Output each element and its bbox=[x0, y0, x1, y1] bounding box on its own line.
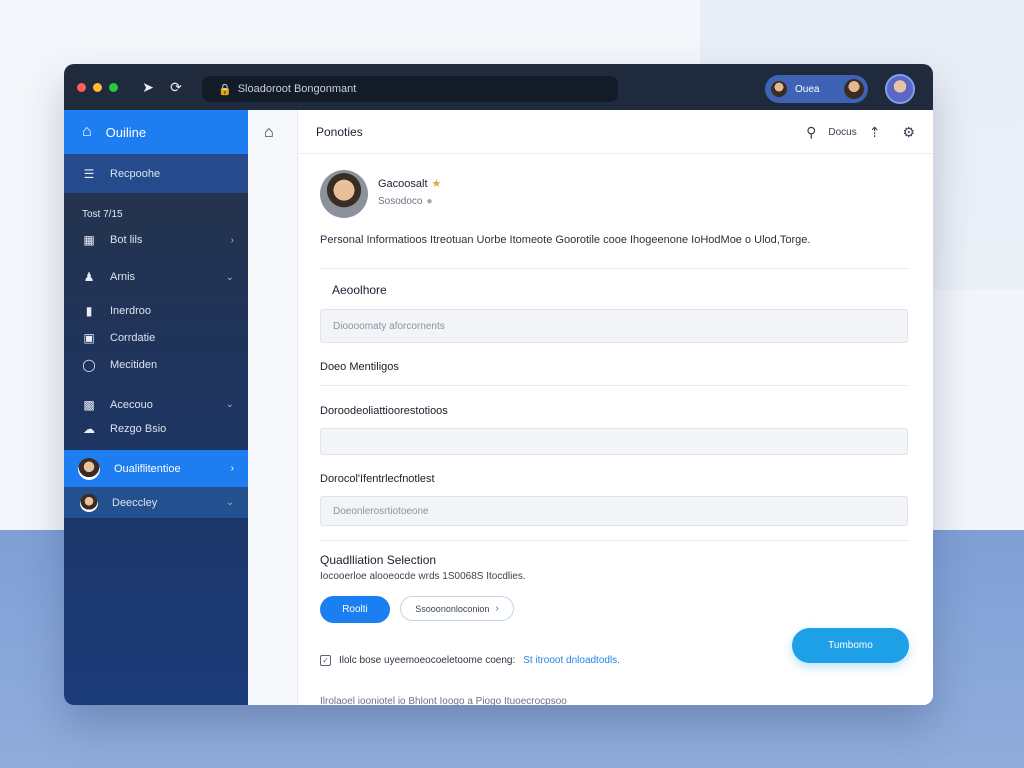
back-arrow-icon[interactable]: ➤ bbox=[140, 79, 156, 96]
home-icon: ⌂ bbox=[82, 123, 92, 140]
sidebar-item-label: Bot lils bbox=[110, 234, 143, 246]
table-icon: ▦ bbox=[83, 233, 95, 247]
profile-name: Gacoosalt ★ bbox=[378, 177, 441, 190]
profile-avatar-button[interactable] bbox=[880, 73, 920, 104]
sidebar-item-recpoohe[interactable]: ☰ Recpoohe bbox=[64, 154, 248, 193]
home-icon[interactable]: ⌂ bbox=[264, 124, 274, 142]
chevron-right-icon: › bbox=[495, 603, 499, 614]
maximize-window-button[interactable] bbox=[109, 82, 118, 92]
sidebar-item-label: Corrdatie bbox=[110, 331, 156, 344]
primary-button[interactable]: Roolti bbox=[320, 596, 390, 623]
chevron-down-icon: ⌄ bbox=[225, 497, 234, 508]
url-text: Sloadoroot Bongonmant bbox=[237, 83, 357, 95]
section-title: Quadlliation Selection bbox=[320, 553, 437, 567]
icon-rail: ⌂ bbox=[248, 110, 298, 705]
consent-text: Ilolc bose uyeemoeocoeletoome coeng: bbox=[339, 655, 516, 666]
minimize-window-button[interactable] bbox=[93, 82, 102, 92]
chevron-right-icon: › bbox=[230, 234, 234, 246]
sidebar-item-label: Rezgo Bsio bbox=[110, 423, 167, 435]
sidebar-item-label: Mecitiden bbox=[110, 358, 158, 371]
page-title: Ponoties bbox=[316, 124, 363, 139]
header-actions: ⚲ Docus ⇡ ⚙ bbox=[806, 110, 915, 154]
app-window: ➤ ⟳ 🔒 Sloadoroot Bongonmant Ouea ⌂ Ouili… bbox=[64, 64, 933, 705]
account-switcher[interactable]: Ouea bbox=[765, 75, 868, 103]
sidebar-item-label: Arnis bbox=[110, 271, 136, 283]
users-icon: ♟ bbox=[83, 270, 95, 284]
text-field[interactable] bbox=[320, 428, 908, 455]
avatar bbox=[80, 493, 98, 512]
secondary-button-label: Ssooononloconion bbox=[415, 603, 490, 614]
sidebar-header[interactable]: ⌂ Ouiline bbox=[64, 110, 248, 154]
circle-icon: ◯ bbox=[82, 357, 96, 372]
sidebar-item-deeccley[interactable]: Deeccley ⌄ bbox=[64, 487, 248, 518]
close-window-button[interactable] bbox=[77, 82, 86, 92]
divider bbox=[320, 540, 908, 541]
sidebar-item-label: Oualiflitentioe bbox=[114, 462, 181, 475]
bar-icon: ▮ bbox=[85, 303, 93, 318]
sidebar-item-arnis[interactable]: ♟ Arnis ⌄ bbox=[64, 257, 248, 297]
profile-name-text: Gacoosalt bbox=[378, 178, 428, 190]
calendar-icon: ▣ bbox=[83, 330, 95, 345]
submit-button[interactable]: Tumbomo bbox=[792, 628, 909, 663]
sidebar-item-rezgo-bsio[interactable]: ☁ Rezgo Bsio bbox=[64, 417, 248, 441]
profile-subtitle: Sosodoco ● bbox=[378, 196, 433, 207]
sidebar-section-heading: Tost 7/15 bbox=[82, 208, 123, 220]
divider bbox=[320, 268, 908, 269]
secondary-button[interactable]: Ssooononloconion › bbox=[400, 596, 514, 621]
consent-row: ✓ Ilolc bose uyeemoeocoeletoome coeng: S… bbox=[320, 655, 620, 666]
sidebar-item-bot-lils[interactable]: ▦ Bot lils › bbox=[64, 223, 248, 257]
address-bar[interactable]: 🔒 Sloadoroot Bongonmant bbox=[202, 76, 618, 102]
reload-icon[interactable]: ⟳ bbox=[168, 79, 184, 96]
settings-icon[interactable]: ⚙ bbox=[902, 124, 915, 141]
account-name: Ouea bbox=[795, 83, 820, 95]
profile-description: Personal Informatioos Itreotuan Uorbe It… bbox=[320, 234, 811, 246]
profile-photo bbox=[320, 170, 368, 218]
avatar bbox=[78, 457, 100, 480]
sidebar-item-qualification[interactable]: Oualiflitentioe › bbox=[64, 450, 248, 487]
content-header: Ponoties ⚲ Docus ⇡ ⚙ bbox=[298, 110, 933, 154]
briefcase-icon: ▩ bbox=[83, 397, 95, 412]
window-controls bbox=[77, 82, 118, 92]
avatar bbox=[885, 73, 915, 104]
sidebar: ⌂ Ouiline ☰ Recpoohe Tost 7/15 ▦ Bot lil… bbox=[64, 110, 248, 705]
account-avatar bbox=[771, 81, 787, 97]
search-label[interactable]: Docus bbox=[828, 127, 856, 138]
sidebar-item-acecouo[interactable]: ▩ Acecouo ⌄ bbox=[64, 392, 248, 417]
profile-subtitle-text: Sosodoco bbox=[378, 196, 423, 207]
sidebar-item-label: Acecouo bbox=[110, 398, 153, 411]
account-avatar-secondary bbox=[844, 79, 864, 99]
section-title: Doeo Mentiligos bbox=[320, 361, 399, 373]
accessory-field[interactable]: Dioooomaty aforcornents bbox=[320, 309, 908, 343]
sidebar-item-label: Recpoohe bbox=[110, 167, 161, 180]
menu-icon: ☰ bbox=[83, 166, 95, 181]
badge-icon: ★ bbox=[431, 178, 442, 190]
cloud-icon: ☁ bbox=[83, 422, 95, 436]
main-content: Ponoties ⚲ Docus ⇡ ⚙ Gacoosalt ★ Sosodoco… bbox=[298, 110, 933, 705]
chevron-right-icon: › bbox=[230, 463, 234, 474]
title-bar: ➤ ⟳ 🔒 Sloadoroot Bongonmant Ouea bbox=[64, 64, 933, 110]
footer-text: Ilrolaoel iooniotel io Bhlont Ioogo a Pi… bbox=[320, 696, 567, 705]
chevron-down-icon: ⌄ bbox=[225, 399, 234, 410]
chevron-down-icon: ⌄ bbox=[225, 271, 234, 283]
lock-icon: 🔒 bbox=[218, 83, 232, 96]
sidebar-item-label: Deeccley bbox=[112, 496, 158, 509]
info-icon: ● bbox=[426, 196, 433, 207]
section-title: Dorocol'Ifentrlecfnotlest bbox=[320, 473, 435, 485]
sidebar-item-inerdroo[interactable]: ▮ Inerdroo bbox=[64, 297, 248, 324]
sidebar-item-mecitiden[interactable]: ◯ Mecitiden bbox=[64, 351, 248, 378]
section-title: Aeoolhore bbox=[332, 283, 387, 297]
section-subtitle: Iocooerloe alooeocde wrds 1S0068S Itocdl… bbox=[320, 571, 526, 582]
sidebar-item-label: Inerdroo bbox=[110, 304, 151, 317]
search-icon[interactable]: ⚲ bbox=[806, 124, 816, 141]
text-field[interactable]: Doeonlerosrtiotoeone bbox=[320, 496, 908, 526]
divider bbox=[320, 385, 908, 386]
consent-link[interactable]: St itrooot dnloadtodls. bbox=[523, 655, 620, 666]
sidebar-item-corrdatie[interactable]: ▣ Corrdatie bbox=[64, 324, 248, 351]
section-title: Doroodeoliattioorestotioos bbox=[320, 405, 448, 417]
app-name: Ouiline bbox=[105, 124, 147, 140]
sort-icon[interactable]: ⇡ bbox=[869, 124, 881, 141]
consent-checkbox[interactable]: ✓ bbox=[320, 655, 331, 666]
